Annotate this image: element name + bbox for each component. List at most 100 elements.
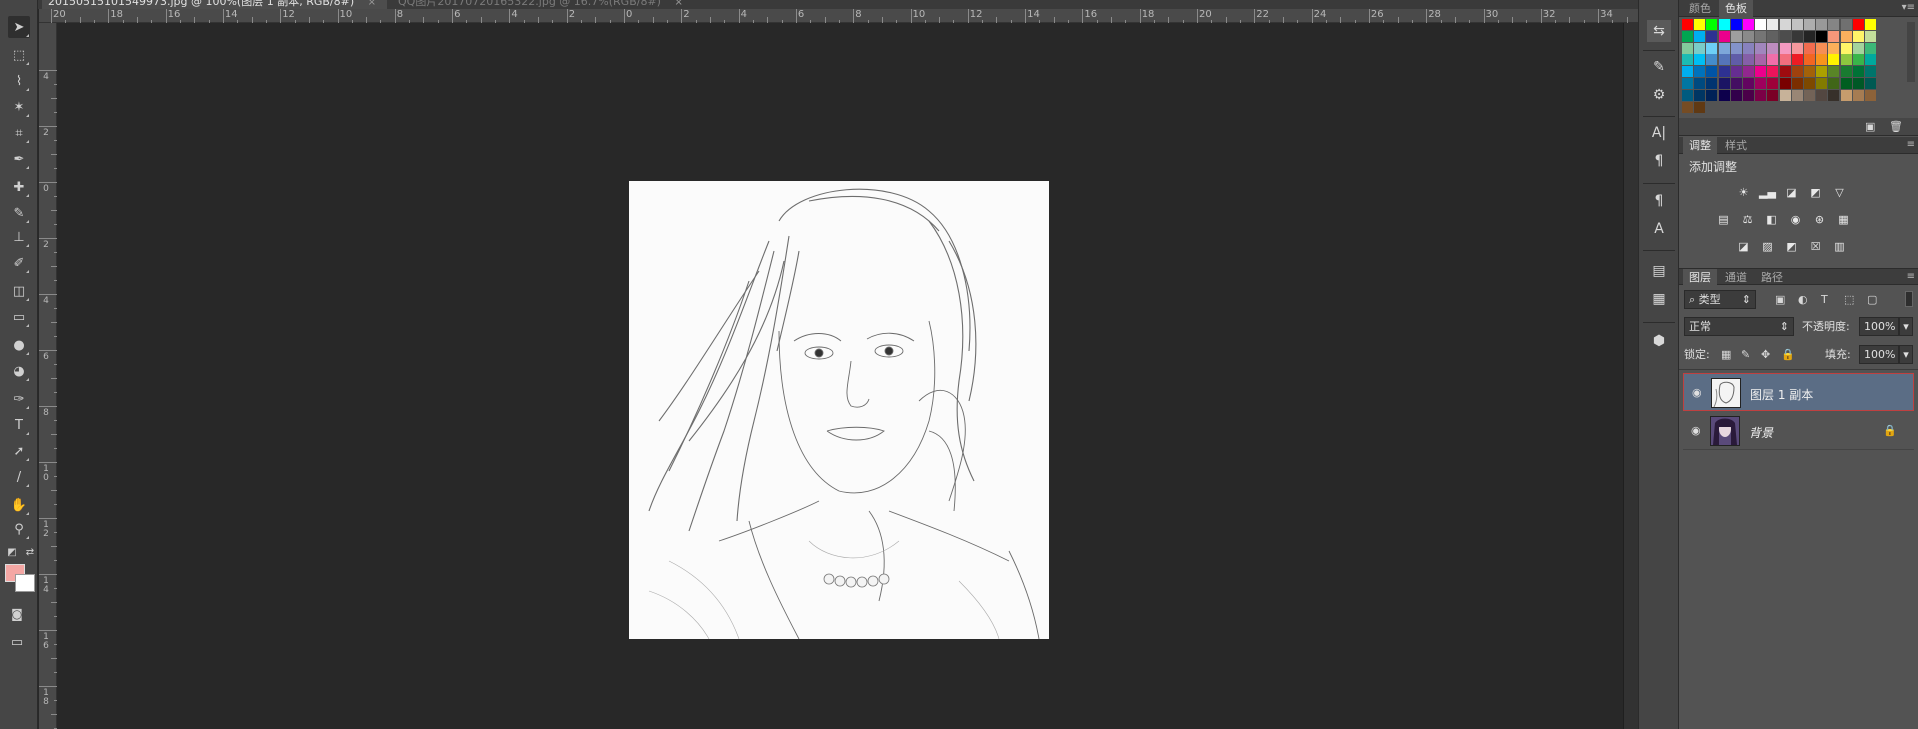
color-swatch[interactable] [1694,54,1706,66]
layer-row-selected[interactable]: ◉ 图层 1 副本 [1683,373,1914,411]
color-swatch[interactable] [1804,42,1815,54]
color-swatch[interactable] [1852,30,1864,42]
sketch-image[interactable] [629,181,1049,639]
posterize-icon[interactable]: ▨ [1759,239,1776,253]
move-tool-icon[interactable]: ➤ [8,16,30,38]
color-swatch[interactable] [1694,30,1706,42]
lock-pixels-icon[interactable]: ✎ [1741,348,1750,361]
healing-brush-tool-icon[interactable]: ✚ [8,176,30,198]
paragraph-panel-icon[interactable]: ¶ [1647,150,1671,172]
levels-icon[interactable]: ▂▄ [1759,185,1776,199]
lasso-tool-icon[interactable]: ⌇ [8,70,30,92]
color-swatch[interactable] [1840,89,1852,101]
filter-smart-object-icon[interactable]: ▢ [1867,293,1877,306]
color-swatch[interactable] [1743,66,1754,78]
close-icon[interactable]: × [368,0,376,9]
color-swatch[interactable] [1852,54,1864,66]
photo-filter-icon[interactable]: ◉ [1787,212,1804,226]
color-swatch[interactable] [1828,30,1840,42]
color-swatch[interactable] [1791,89,1803,101]
color-swatch[interactable] [1779,30,1791,42]
color-swatch[interactable] [1706,19,1718,30]
pen-tool-icon[interactable]: ✑ [8,388,30,410]
color-swatch[interactable] [1767,66,1779,78]
color-swatch[interactable] [1816,30,1828,42]
color-swatch[interactable] [1791,66,1803,78]
color-swatch[interactable] [1865,19,1876,30]
panel-menu-icon[interactable]: ▾≡ [1902,2,1915,13]
color-swatch[interactable] [1804,30,1815,42]
color-swatch[interactable] [1779,78,1791,89]
properties-panel-icon[interactable]: ▤ [1647,260,1671,282]
color-swatch[interactable] [1791,42,1803,54]
color-swatch[interactable] [1828,78,1840,89]
color-swatch[interactable] [1767,78,1779,89]
color-swatch[interactable] [1682,89,1693,101]
black-white-icon[interactable]: ◧ [1763,212,1780,226]
color-swatch[interactable] [1730,78,1742,89]
color-swatch[interactable] [1694,66,1706,78]
color-swatch[interactable] [1682,30,1693,42]
color-swatch[interactable] [1755,30,1767,42]
dodge-tool-icon[interactable]: ◕ [8,360,30,382]
history-panel-icon[interactable]: ⇆ [1647,20,1671,42]
color-swatch[interactable] [1682,101,1693,113]
color-swatch[interactable] [1779,42,1791,54]
color-swatch[interactable] [1828,19,1840,30]
color-swatch[interactable] [1743,42,1754,54]
chevron-down-icon[interactable]: ▾ [1899,345,1913,364]
tab-color[interactable]: 颜色 [1683,0,1717,17]
layer-name[interactable]: 图层 1 副本 [1750,386,1813,403]
document-tab-inactive[interactable]: QQ图片20170720165322.jpg @ 16.7%(RGB/8#) × [392,0,692,9]
color-swatch[interactable] [1852,78,1864,89]
color-swatch[interactable] [1682,54,1693,66]
lock-transparent-icon[interactable]: ▦ [1721,348,1731,361]
color-swatch[interactable] [1730,54,1742,66]
color-swatch[interactable] [1840,42,1852,54]
color-swatch[interactable] [1706,54,1718,66]
vertical-scrollbar[interactable] [1623,23,1638,729]
layer-name[interactable]: 背景 [1749,424,1773,441]
color-swatch[interactable] [1865,78,1876,89]
fill-input[interactable]: 100% [1859,345,1899,364]
color-swatch[interactable] [1694,89,1706,101]
color-swatch[interactable] [1755,78,1767,89]
color-swatch[interactable] [1682,66,1693,78]
color-swatch[interactable] [1791,54,1803,66]
color-swatch[interactable] [1816,66,1828,78]
color-swatch[interactable] [1865,89,1876,101]
color-swatch[interactable] [1718,54,1730,66]
color-swatch[interactable] [1865,66,1876,78]
color-swatch[interactable] [1755,19,1767,30]
color-swatch[interactable] [1706,42,1718,54]
color-swatch[interactable] [1718,89,1730,101]
exposure-icon[interactable]: ◩ [1807,185,1824,199]
visibility-eye-icon[interactable]: ◉ [1691,424,1701,437]
lock-position-icon[interactable]: ✥ [1761,348,1770,361]
eyedropper-tool-icon[interactable]: ✒ [8,148,30,170]
color-lookup-icon[interactable]: ▦ [1835,212,1852,226]
color-swatch[interactable] [1730,42,1742,54]
visibility-eye-icon[interactable]: ◉ [1692,386,1702,399]
color-swatch[interactable] [1755,89,1767,101]
color-swatch[interactable] [1730,19,1742,30]
paragraph-styles-icon[interactable]: ¶ [1647,190,1671,212]
color-swatch[interactable] [1743,89,1754,101]
color-swatch[interactable] [1767,19,1779,30]
zoom-tool-icon[interactable]: ⚲ [8,518,30,540]
color-swatch[interactable] [1779,66,1791,78]
color-swatch[interactable] [1828,54,1840,66]
color-swatch[interactable] [1718,19,1730,30]
color-swatch[interactable] [1852,42,1864,54]
default-colors-icon[interactable]: ◩ [4,544,20,560]
color-swatch[interactable] [1730,66,1742,78]
color-swatch[interactable] [1706,78,1718,89]
marquee-tool-icon[interactable]: ⬚ [8,44,30,66]
color-swatch[interactable] [1743,54,1754,66]
color-swatch[interactable] [1755,66,1767,78]
invert-icon[interactable]: ◪ [1735,239,1752,253]
tab-swatches[interactable]: 色板 [1719,0,1753,17]
document-tab-active[interactable]: 20150515101549973.jpg @ 100%(图层 1 副本, RG… [42,0,387,9]
color-swatch[interactable] [1767,89,1779,101]
color-swatch[interactable] [1804,19,1815,30]
